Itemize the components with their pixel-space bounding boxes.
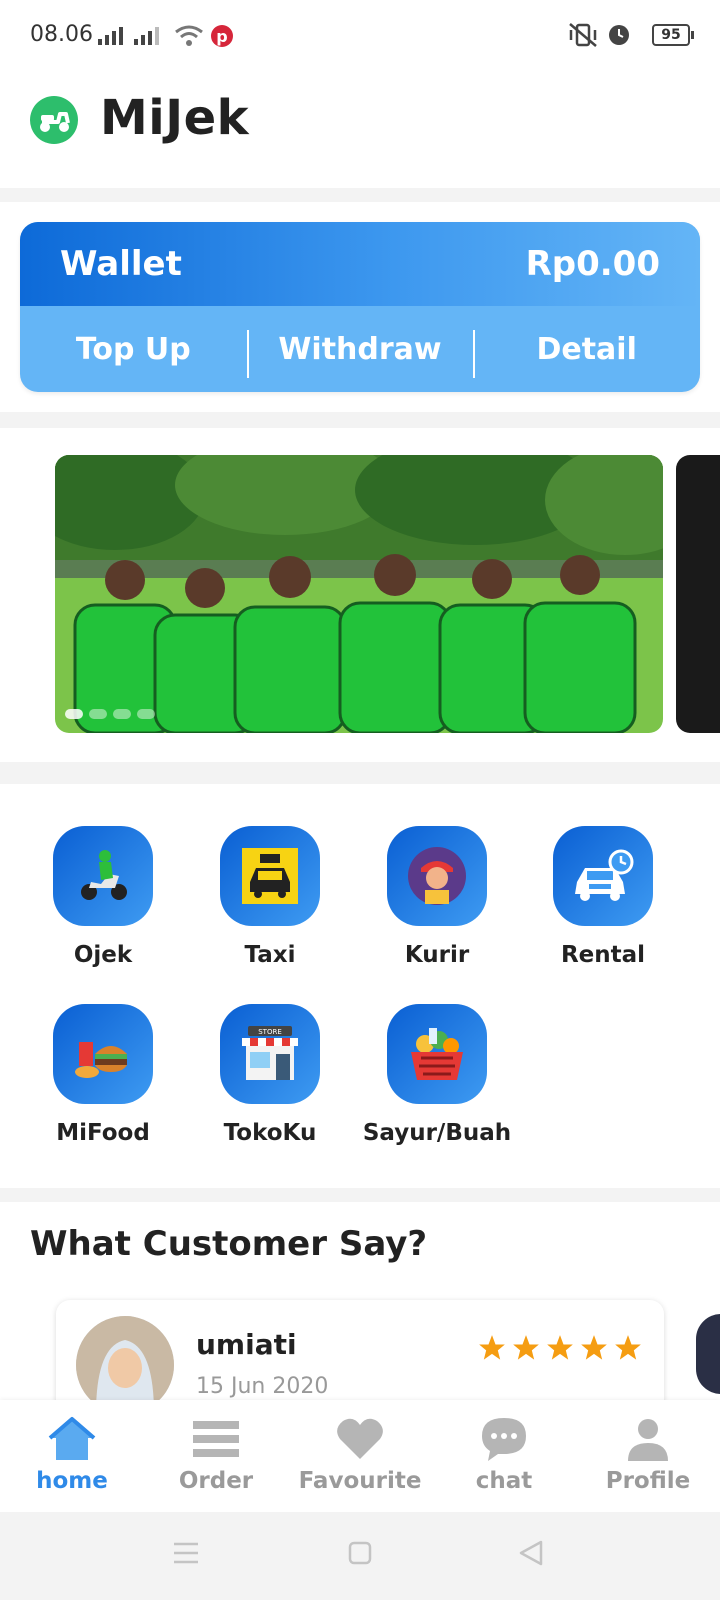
carousel-dot xyxy=(113,709,131,719)
carousel-dot xyxy=(137,709,155,719)
nav-favourite[interactable]: Favourite xyxy=(288,1400,432,1512)
alarm-icon xyxy=(609,25,629,45)
review-card[interactable]: umiati 15 Jun 2020 xyxy=(56,1300,664,1402)
withdraw-button[interactable]: Withdraw xyxy=(246,329,474,378)
back-triangle-icon[interactable] xyxy=(518,1540,544,1566)
rental-car-icon xyxy=(553,826,653,926)
wallet-section: Wallet Rp0.00 Top Up Withdraw Detail xyxy=(0,202,720,412)
nav-order[interactable]: Order xyxy=(144,1400,288,1512)
status-bar: 08.06 p 95 xyxy=(0,0,720,72)
home-icon xyxy=(0,1416,144,1462)
nav-home[interactable]: home xyxy=(0,1400,144,1512)
top-up-button[interactable]: Top Up xyxy=(20,332,247,367)
service-label: Ojek xyxy=(73,942,133,968)
star-icon xyxy=(513,1335,539,1360)
service-taxi[interactable]: Taxi xyxy=(185,826,355,968)
service-tokoku[interactable]: STORE TokoKu xyxy=(185,1004,355,1146)
service-label: Rental xyxy=(560,942,646,968)
taxi-icon xyxy=(220,826,320,926)
next-review-avatar[interactable] xyxy=(696,1314,720,1394)
banner-image-drivers[interactable] xyxy=(55,455,663,733)
star-icon xyxy=(581,1335,607,1360)
menu-icon[interactable] xyxy=(173,1542,199,1564)
wallet-label: Wallet xyxy=(60,244,182,284)
reviewer-avatar xyxy=(76,1316,174,1402)
service-mifood[interactable]: MiFood xyxy=(18,1004,188,1146)
star-icon xyxy=(615,1335,641,1360)
service-label: MiFood xyxy=(56,1120,150,1146)
service-kurir[interactable]: Kurir xyxy=(352,826,522,968)
wallet-header: Wallet Rp0.00 xyxy=(20,222,700,306)
nav-label: chat xyxy=(475,1468,533,1494)
svg-text:STORE: STORE xyxy=(258,1028,282,1036)
banner-image-next[interactable] xyxy=(676,455,720,733)
service-label: Kurir xyxy=(404,942,470,968)
chat-bubble-icon xyxy=(432,1416,576,1462)
service-label: TokoKu xyxy=(223,1120,317,1146)
carousel-dot xyxy=(89,709,107,719)
detail-button[interactable]: Detail xyxy=(473,329,700,378)
reviewer-name: umiati xyxy=(196,1328,297,1361)
services-grid: Ojek Taxi Kurir Rental MiFood STORE Toko… xyxy=(0,784,720,1188)
carousel-dot xyxy=(65,709,83,719)
status-time: 08.06 xyxy=(30,22,93,47)
testimonials-title: What Customer Say? xyxy=(30,1224,428,1264)
courier-icon xyxy=(387,826,487,926)
home-square-icon[interactable] xyxy=(348,1541,372,1565)
wifi-icon xyxy=(175,25,203,46)
service-sayur-buah[interactable]: Sayur/Buah xyxy=(352,1004,522,1146)
service-label: Sayur/Buah xyxy=(362,1120,512,1146)
app-title: MiJek xyxy=(100,90,250,146)
nav-label: Profile xyxy=(605,1468,691,1494)
star-icon xyxy=(547,1335,573,1360)
person-icon xyxy=(576,1416,720,1462)
battery-icon: 95 xyxy=(652,24,694,46)
nav-profile[interactable]: Profile xyxy=(576,1400,720,1512)
nav-label: Favourite xyxy=(298,1468,422,1494)
list-icon xyxy=(144,1416,288,1462)
nav-chat[interactable]: chat xyxy=(432,1400,576,1512)
wallet-card: Wallet Rp0.00 Top Up Withdraw Detail xyxy=(20,222,700,392)
system-nav-bar xyxy=(0,1512,720,1600)
ojek-scooter-icon xyxy=(53,826,153,926)
signal-icon xyxy=(98,27,159,45)
banner-carousel[interactable] xyxy=(0,428,720,762)
carousel-dots xyxy=(65,709,155,719)
wallet-actions: Top Up Withdraw Detail xyxy=(20,306,700,392)
service-ojek[interactable]: Ojek xyxy=(18,826,188,968)
service-rental[interactable]: Rental xyxy=(518,826,688,968)
nav-label: home xyxy=(36,1468,108,1494)
review-date: 15 Jun 2020 xyxy=(196,1374,329,1399)
star-icon xyxy=(479,1335,505,1360)
grocery-basket-icon xyxy=(387,1004,487,1104)
rating-stars xyxy=(478,1334,642,1362)
nav-label: Order xyxy=(178,1468,254,1494)
wallet-balance: Rp0.00 xyxy=(525,244,660,284)
food-icon xyxy=(53,1004,153,1104)
scooter-logo-icon xyxy=(30,96,78,144)
heart-icon xyxy=(288,1416,432,1462)
app-header: MiJek xyxy=(0,72,720,188)
pinterest-icon: p xyxy=(211,25,233,47)
store-icon: STORE xyxy=(220,1004,320,1104)
vibrate-off-icon xyxy=(569,23,597,47)
service-label: Taxi xyxy=(244,942,296,968)
svg-text:p: p xyxy=(216,27,227,46)
bottom-nav: home Order Favourite chat Profile xyxy=(0,1400,720,1512)
testimonials-section: What Customer Say? umiati 15 Jun 2020 xyxy=(0,1202,720,1402)
